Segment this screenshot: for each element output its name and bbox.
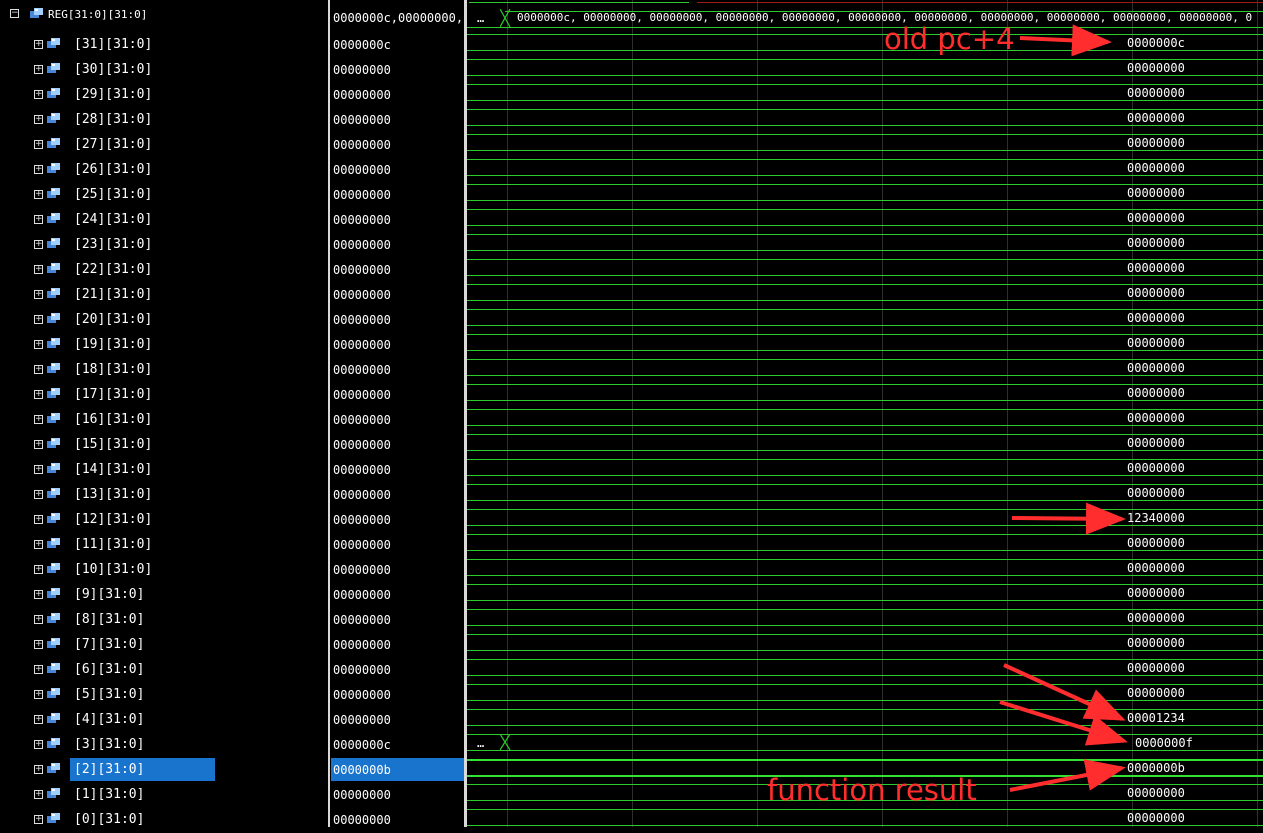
arrow-reg3 [999, 700, 1128, 746]
arrow-function-result [1009, 759, 1126, 792]
arrow-old-pc [1019, 24, 1112, 57]
annotation-arrows [999, 24, 1128, 792]
arrow-reg12 [1011, 502, 1126, 535]
